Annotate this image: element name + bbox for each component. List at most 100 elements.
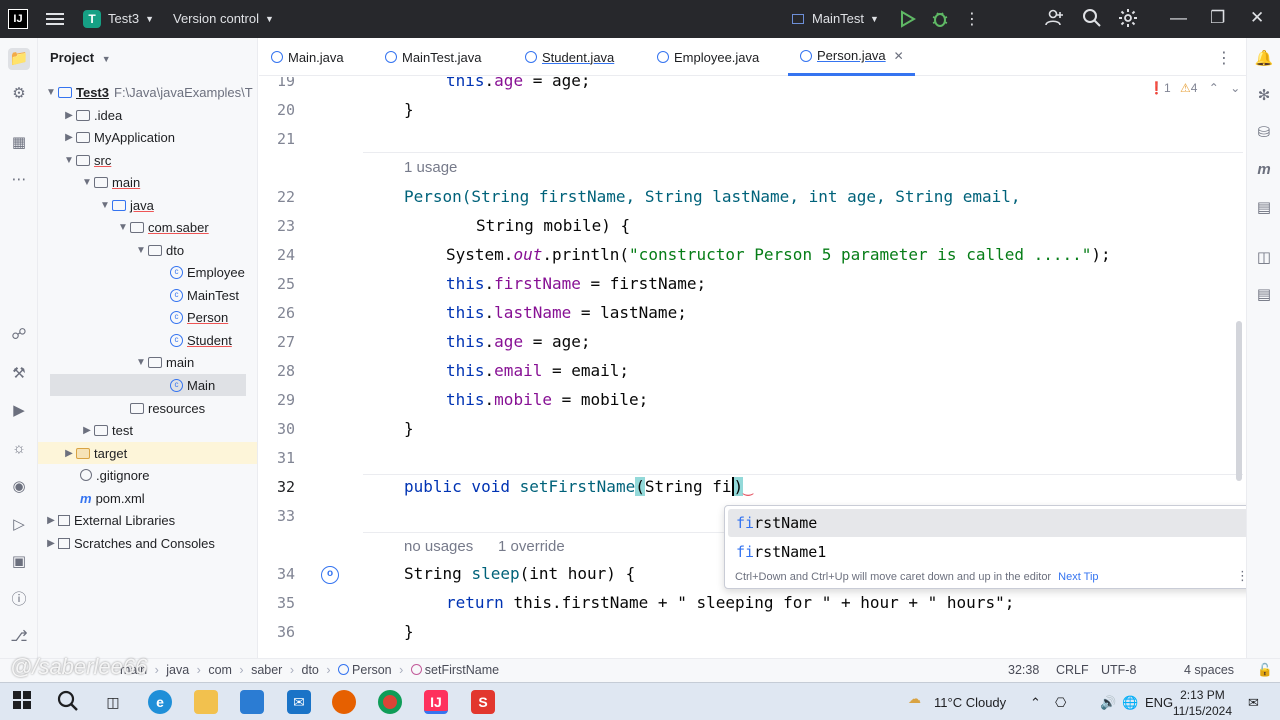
search-icon[interactable]: [1082, 8, 1102, 33]
chevron-right-icon[interactable]: ▶: [80, 425, 94, 436]
maven-tool-icon[interactable]: m: [1253, 159, 1275, 181]
main-menu-icon[interactable]: [46, 10, 64, 28]
tree-item-test[interactable]: ▶ test: [80, 419, 133, 441]
tab-main-java[interactable]: Main.java: [271, 38, 344, 76]
tab-options-icon[interactable]: ⋮: [1216, 48, 1232, 68]
close-window-icon[interactable]: ✕: [1250, 8, 1264, 28]
chevron-down-icon[interactable]: ▼: [80, 177, 94, 188]
file-explorer-icon[interactable]: [194, 690, 218, 714]
globe-icon[interactable]: 🌐: [1122, 695, 1138, 711]
breadcrumb-item[interactable]: setFirstName: [425, 663, 499, 677]
indent-setting[interactable]: 4 spaces: [1184, 663, 1234, 677]
breadcrumb-item[interactable]: com: [208, 663, 232, 677]
tab-person-java[interactable]: Person.java ✕: [788, 38, 915, 76]
tree-item-main[interactable]: ▼ main: [80, 171, 140, 193]
tree-item-main-package[interactable]: ▼ main: [134, 351, 194, 373]
tree-item-myapplication[interactable]: ▶ MyApplication: [62, 126, 175, 148]
task-view-icon[interactable]: ◫: [101, 690, 125, 714]
build-hammer-icon[interactable]: ⚒: [8, 363, 30, 385]
chrome-icon[interactable]: [378, 690, 402, 714]
problems-icon[interactable]: ⓘ: [8, 589, 30, 611]
intellij-taskbar-icon[interactable]: IJ: [424, 690, 448, 714]
chevron-up-icon[interactable]: ⌃: [1209, 81, 1219, 95]
override-gutter-icon[interactable]: o: [321, 566, 339, 584]
close-tab-icon[interactable]: ✕: [894, 49, 904, 63]
chevron-down-icon[interactable]: ▼: [62, 155, 76, 166]
tree-item-person[interactable]: c Person: [170, 306, 228, 328]
database-icon[interactable]: ⛁: [1253, 122, 1275, 144]
recorder-app-icon[interactable]: S: [471, 690, 495, 714]
input-language[interactable]: ENG: [1145, 695, 1173, 710]
override-hint[interactable]: 1 override: [498, 538, 565, 555]
settings-gear-icon[interactable]: [1118, 8, 1138, 33]
tree-item-main-class[interactable]: c Main: [50, 374, 246, 396]
services-icon[interactable]: ☍: [8, 324, 30, 346]
chevron-right-icon[interactable]: ▶: [62, 448, 76, 459]
inspection-widget[interactable]: ❗1 ⚠4 ⌃ ⌄: [1149, 81, 1240, 95]
edge-browser-icon[interactable]: e: [148, 690, 172, 714]
chevron-down-icon[interactable]: ▼: [98, 200, 112, 211]
tree-item-employee[interactable]: c Employee: [170, 261, 245, 283]
tree-item-src[interactable]: ▼ src: [62, 149, 111, 171]
firefox-icon[interactable]: [332, 690, 356, 714]
breadcrumb-item[interactable]: java: [166, 663, 189, 677]
project-selector[interactable]: Test3 ▼: [108, 11, 154, 26]
debug-icon[interactable]: [930, 9, 950, 32]
tree-item-dto[interactable]: ▼ dto: [134, 239, 184, 261]
tree-item-resources[interactable]: resources: [116, 397, 205, 419]
debug-tool-icon[interactable]: ☼: [8, 438, 30, 460]
git-icon[interactable]: ⎇: [8, 626, 30, 648]
line-separator[interactable]: CRLF: [1056, 663, 1089, 677]
chevron-down-icon[interactable]: ⌄: [1230, 81, 1240, 95]
vertical-scrollbar[interactable]: [1236, 321, 1242, 481]
completion-item[interactable]: firstName: [728, 509, 1256, 537]
windows-start-icon[interactable]: [10, 690, 34, 714]
run-tool-icon[interactable]: ▶: [8, 400, 30, 422]
version-control-menu[interactable]: Version control ▼: [173, 11, 274, 26]
notification-center-icon[interactable]: ✉: [1248, 695, 1259, 711]
store-icon[interactable]: [240, 690, 264, 714]
more-actions-icon[interactable]: ⋮: [964, 9, 980, 29]
next-tip-link[interactable]: Next Tip: [1058, 571, 1098, 583]
tree-item-student[interactable]: c Student: [170, 329, 232, 351]
tree-item-pom[interactable]: m pom.xml: [80, 487, 145, 509]
add-user-icon[interactable]: [1044, 8, 1064, 33]
weather-icon[interactable]: ☁: [908, 691, 921, 707]
breadcrumb-item[interactable]: dto: [302, 663, 319, 677]
maximize-icon[interactable]: ❐: [1210, 8, 1225, 28]
structure-icon[interactable]: ▦: [8, 132, 30, 154]
breadcrumb-item[interactable]: Person: [352, 663, 392, 677]
ai-assistant-icon[interactable]: ✻: [1253, 85, 1275, 107]
profiler-icon[interactable]: ◉: [8, 476, 30, 498]
intellij-logo-icon[interactable]: IJ: [8, 9, 28, 29]
tree-item-gitignore[interactable]: .gitignore: [80, 464, 149, 486]
show-hidden-icons[interactable]: ⌃: [1030, 695, 1041, 711]
terminal-icon[interactable]: ▣: [8, 551, 30, 573]
tab-maintest-java[interactable]: MainTest.java: [385, 38, 481, 76]
chevron-down-icon[interactable]: ▼: [116, 222, 130, 233]
file-encoding[interactable]: UTF-8: [1101, 663, 1136, 677]
chevron-down-icon[interactable]: ▼: [44, 87, 58, 98]
tree-item-java[interactable]: ▼ java: [98, 194, 154, 216]
weather-text[interactable]: 11°C Cloudy: [934, 695, 1006, 710]
breadcrumb-item[interactable]: saber: [251, 663, 282, 677]
completion-item[interactable]: firstName1: [728, 538, 1256, 566]
plugins-icon[interactable]: ⚙: [8, 83, 30, 105]
more-tools-icon[interactable]: ⋯: [8, 169, 30, 191]
project-tool-icon[interactable]: 📁: [8, 48, 30, 70]
chevron-down-icon[interactable]: ▼: [134, 245, 148, 256]
endpoints-icon[interactable]: ◫: [1253, 247, 1275, 269]
project-panel-title[interactable]: Project ▼: [50, 50, 111, 65]
chevron-right-icon[interactable]: ▶: [44, 538, 58, 549]
chevron-right-icon[interactable]: ▶: [44, 515, 58, 526]
run-console-icon[interactable]: ▷: [8, 514, 30, 536]
project-badge[interactable]: T: [83, 10, 101, 28]
mail-icon[interactable]: ✉: [287, 690, 311, 714]
tree-item-test3[interactable]: ▼ Test3 F:\Java\javaExamples\T: [44, 81, 253, 103]
chevron-right-icon[interactable]: ▶: [62, 110, 76, 121]
minimize-icon[interactable]: —: [1170, 8, 1187, 28]
tab-employee-java[interactable]: Employee.java: [657, 38, 759, 76]
tree-item-scratches[interactable]: ▶ Scratches and Consoles: [44, 532, 215, 554]
run-icon[interactable]: [900, 10, 916, 31]
lock-icon[interactable]: 🔓: [1257, 663, 1273, 678]
